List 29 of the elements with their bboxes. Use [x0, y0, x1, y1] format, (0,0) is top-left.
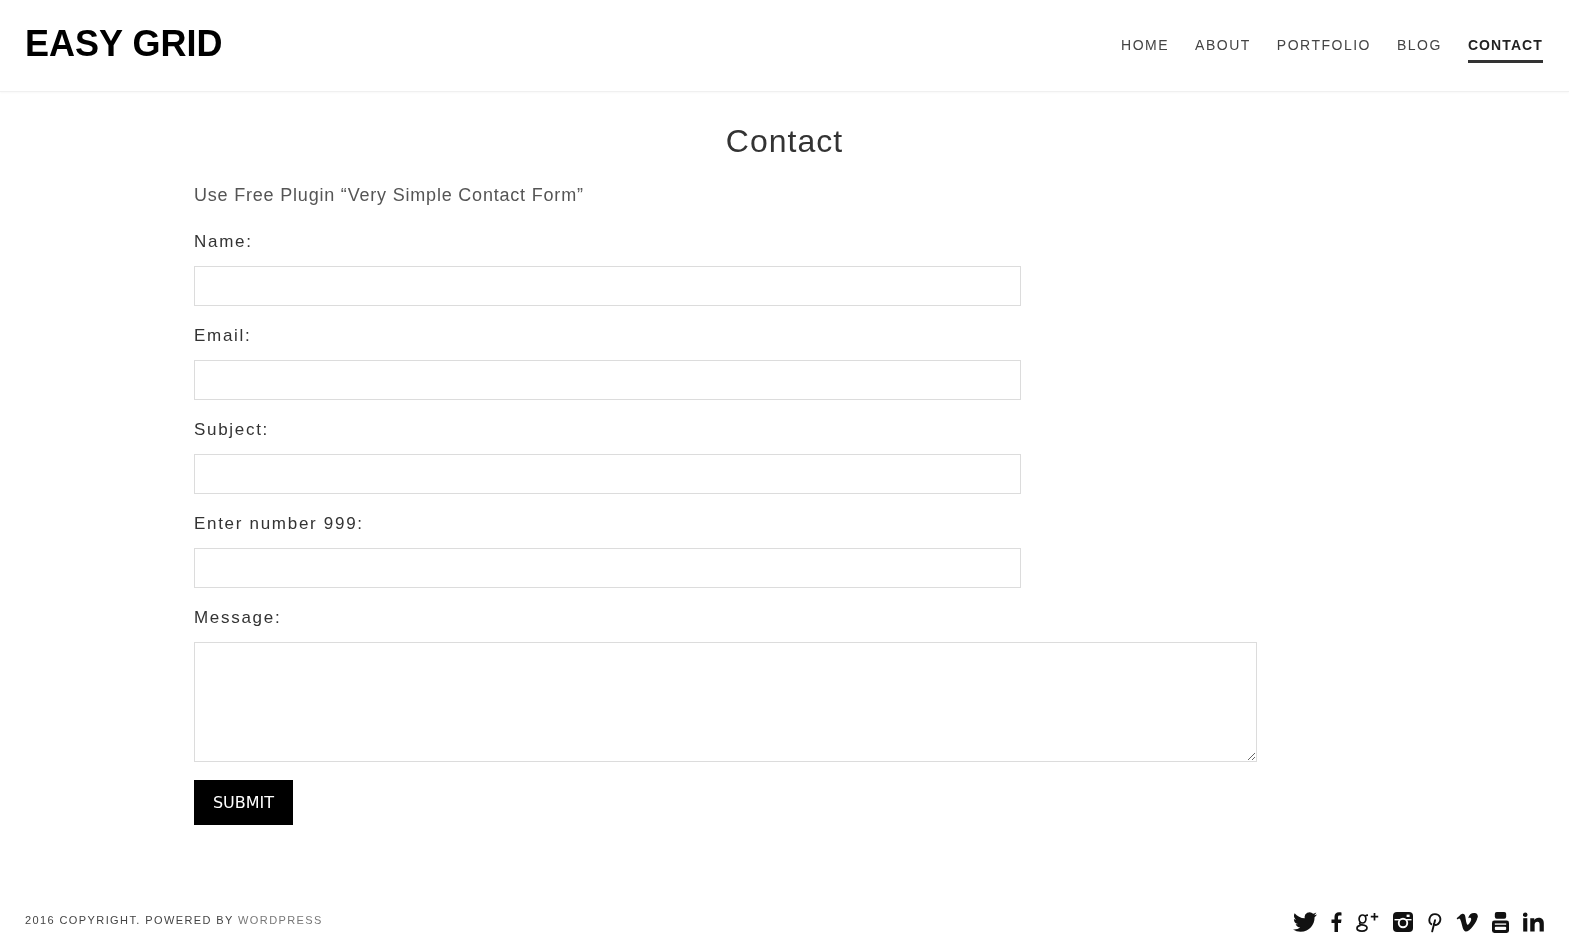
f-logo-icon[interactable]: [1331, 912, 1342, 932]
stacked-logo-icon[interactable]: [1492, 911, 1509, 933]
copyright-text: 2016 COPYRIGHT. POWERED BY WORDPRESS: [25, 913, 323, 927]
field-label: Enter number 999:: [194, 513, 364, 535]
page-title: Contact: [724, 122, 845, 161]
message-field[interactable]: [194, 642, 1257, 762]
field-label: Message:: [194, 607, 282, 629]
g-plus-icon[interactable]: [1356, 912, 1379, 932]
v-logo-icon[interactable]: [1456, 912, 1478, 932]
submit-button[interactable]: SUBMIT: [194, 780, 293, 825]
camera-icon[interactable]: [1393, 912, 1413, 932]
input-field[interactable]: [194, 548, 1021, 588]
nav-link[interactable]: CONTACT: [1467, 35, 1543, 63]
p-logo-icon[interactable]: [1427, 911, 1442, 933]
field-label: Subject:: [194, 419, 270, 441]
field-label: Name:: [194, 231, 253, 253]
nav-link[interactable]: ABOUT: [1195, 35, 1251, 63]
nav-link[interactable]: HOME: [1121, 35, 1170, 63]
input-field[interactable]: [194, 360, 1021, 400]
intro-text: Use Free Plugin “Very Simple Contact Form”: [194, 184, 584, 207]
field-label: Email:: [194, 325, 252, 347]
site-logo[interactable]: EASY GRID: [25, 24, 223, 64]
bird-icon[interactable]: [1293, 912, 1317, 932]
in-logo-icon[interactable]: [1523, 912, 1544, 932]
nav-link[interactable]: BLOG: [1397, 35, 1442, 63]
input-field[interactable]: [194, 454, 1021, 494]
nav-link[interactable]: PORTFOLIO: [1276, 35, 1371, 63]
input-field[interactable]: [194, 266, 1021, 306]
footer-link[interactable]: WORDPRESS: [238, 914, 323, 926]
